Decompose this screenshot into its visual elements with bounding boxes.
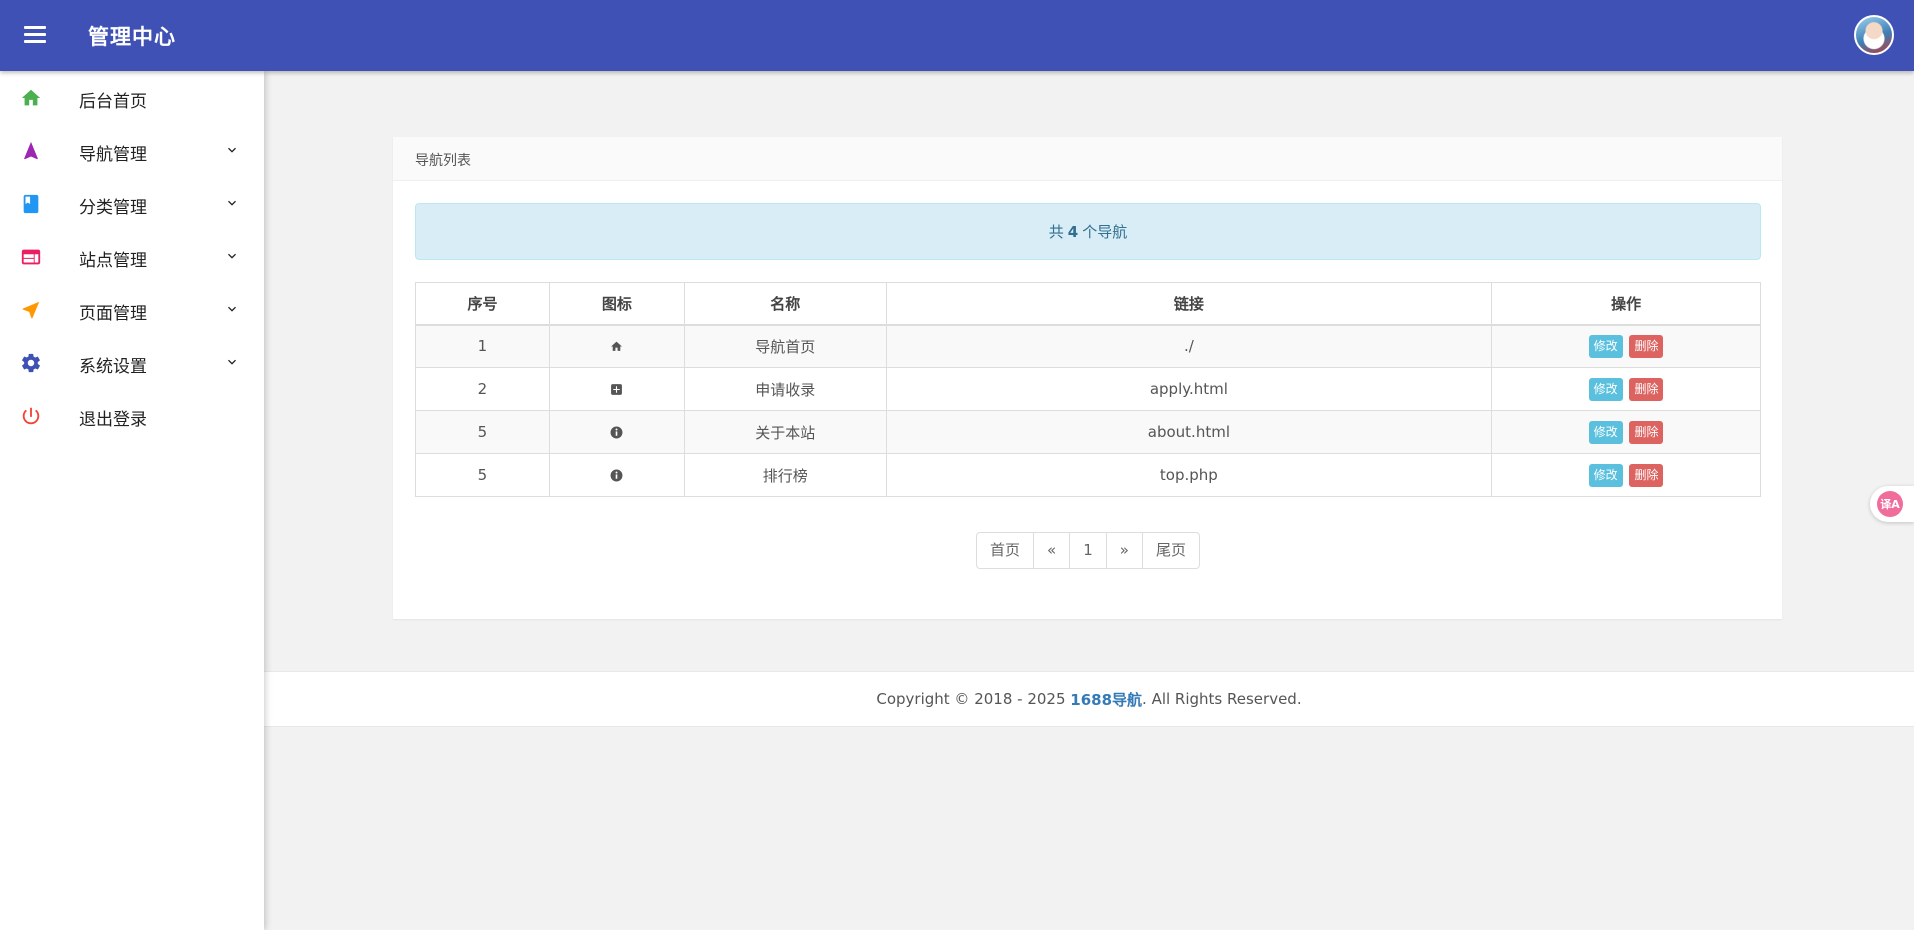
cell-name: 关于本站 [683, 410, 887, 454]
nav-table: 序号 图标 名称 链接 操作 1 导航首页 ./ 修改 删除 2 申请收录 ap… [415, 282, 1761, 497]
cell-link: apply.html [885, 367, 1493, 411]
table-row: 5 排行榜 top.php 修改 删除 [415, 453, 1761, 497]
cell-link: about.html [885, 410, 1493, 454]
web-icon [19, 245, 43, 269]
chevron-down-icon [228, 200, 236, 206]
sidebar-item-navigation[interactable]: 导航管理 [0, 124, 264, 177]
user-avatar[interactable] [1854, 15, 1894, 55]
home-icon [19, 86, 43, 110]
menu-icon[interactable] [22, 24, 48, 48]
home-icon [611, 341, 623, 352]
table-row: 2 申请收录 apply.html 修改 删除 [415, 367, 1761, 411]
app-title: 管理中心 [88, 25, 176, 49]
chevron-down-icon [228, 306, 236, 312]
pager-first[interactable]: 首页 [977, 533, 1033, 568]
notice-suffix: 个导航 [1082, 223, 1128, 241]
cell-id: 1 [415, 324, 550, 368]
pager-prev[interactable]: « [1033, 533, 1069, 568]
footer-copyright: Copyright © 2018 - 2025 [876, 690, 1071, 708]
chevron-down-icon [228, 147, 236, 153]
cell-link: ./ [885, 324, 1493, 368]
sidebar-item-logout[interactable]: 退出登录 [0, 389, 264, 442]
footer: Copyright © 2018 - 2025 1688导航 . All Rig… [264, 671, 1914, 727]
delete-button[interactable]: 删除 [1629, 463, 1664, 487]
column-header: 图标 [548, 282, 685, 326]
top-app-bar: 管理中心 [0, 0, 1914, 71]
notice-count: 4 [1067, 222, 1079, 241]
table-row: 5 关于本站 about.html 修改 删除 [415, 410, 1761, 454]
sidebar-item-settings[interactable]: 系统设置 [0, 336, 264, 389]
cell-name: 排行榜 [683, 453, 887, 497]
column-header: 名称 [683, 282, 887, 326]
footer-brand-link[interactable]: 1688导航 [1070, 689, 1142, 710]
sidebar-item-label: 页面管理 [79, 304, 147, 324]
cell-id: 2 [415, 367, 550, 411]
sidebar-item-home[interactable]: 后台首页 [0, 71, 264, 124]
column-header: 序号 [415, 282, 550, 326]
plus-square-icon [611, 384, 623, 395]
delete-button[interactable]: 删除 [1629, 420, 1664, 444]
gear-icon [19, 351, 43, 375]
send-icon [19, 298, 43, 322]
notice-prefix: 共 [1048, 223, 1064, 241]
main-content: 导航列表 共 4 个导航 序号 图标 名称 链接 操作 1 导航首页 ./ 修改… [264, 71, 1914, 930]
translate-icon: 译A [1877, 491, 1903, 517]
table-row: 1 导航首页 ./ 修改 删除 [415, 324, 1761, 368]
cell-id: 5 [415, 410, 550, 454]
navigation-icon [19, 139, 43, 163]
edit-button[interactable]: 修改 [1588, 420, 1623, 444]
nav-list-card: 导航列表 共 4 个导航 序号 图标 名称 链接 操作 1 导航首页 ./ 修改… [393, 137, 1782, 619]
count-notice: 共 4 个导航 [415, 203, 1761, 260]
sidebar-item-label: 站点管理 [79, 251, 147, 271]
sidebar-item-label: 退出登录 [79, 410, 147, 430]
delete-button[interactable]: 删除 [1629, 377, 1664, 401]
sidebar-item-label: 系统设置 [79, 357, 147, 377]
cell-name: 导航首页 [683, 324, 887, 368]
edit-button[interactable]: 修改 [1588, 334, 1623, 358]
sidebar-item-pages[interactable]: 页面管理 [0, 283, 264, 336]
sidebar-item-label: 导航管理 [79, 145, 147, 165]
book-icon [19, 192, 43, 216]
cell-id: 5 [415, 453, 550, 497]
info-icon [610, 469, 623, 482]
card-title: 导航列表 [393, 137, 1782, 181]
table-header-row: 序号 图标 名称 链接 操作 [415, 282, 1761, 326]
pager-page[interactable]: 1 [1069, 533, 1106, 568]
sidebar: 后台首页 导航管理 分类管理 站点管理 页面管理 系统设置 退出登录 [0, 71, 264, 930]
pagination: 首页 « 1 » 尾页 [976, 532, 1200, 569]
chevron-down-icon [228, 359, 236, 365]
footer-rights: . All Rights Reserved. [1142, 690, 1302, 708]
cell-link: top.php [885, 453, 1493, 497]
column-header: 操作 [1491, 282, 1761, 326]
sidebar-item-label: 后台首页 [79, 92, 147, 112]
cell-name: 申请收录 [683, 367, 887, 411]
sidebar-item-category[interactable]: 分类管理 [0, 177, 264, 230]
sidebar-item-sites[interactable]: 站点管理 [0, 230, 264, 283]
edit-button[interactable]: 修改 [1588, 463, 1623, 487]
sidebar-item-label: 分类管理 [79, 198, 147, 218]
pager-last[interactable]: 尾页 [1141, 533, 1199, 568]
power-icon [19, 404, 43, 428]
chevron-down-icon [228, 253, 236, 259]
info-icon [610, 426, 623, 439]
translate-widget[interactable]: 译A [1870, 486, 1914, 522]
delete-button[interactable]: 删除 [1629, 334, 1664, 358]
edit-button[interactable]: 修改 [1588, 377, 1623, 401]
pager-next[interactable]: » [1105, 533, 1142, 568]
column-header: 链接 [885, 282, 1493, 326]
